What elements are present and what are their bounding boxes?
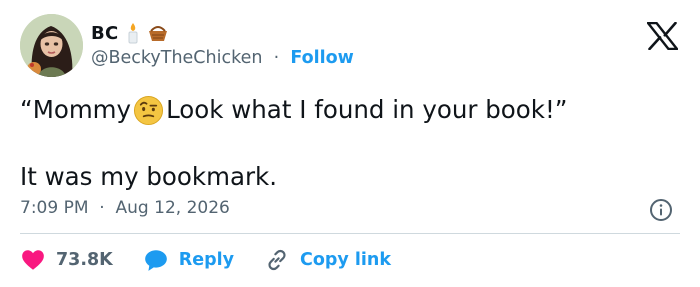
handle-separator: ·	[268, 48, 285, 68]
author-handle-row: @BeckyTheChicken · Follow	[91, 48, 354, 68]
x-logo-icon[interactable]	[647, 22, 678, 50]
basket-icon	[148, 26, 167, 41]
reply-label: Reply	[178, 250, 235, 270]
tweet-line-1: “Mommy Look what I found in your book!”	[20, 92, 670, 128]
tweet-date: Aug 12, 2026	[115, 198, 230, 218]
info-icon[interactable]	[649, 198, 673, 222]
tweet-second-paragraph: It was my bookmark.	[20, 162, 278, 191]
tweet-quote-rest: Look what I found in your book!”	[166, 95, 568, 124]
face-with-raised-eyebrow-icon	[134, 95, 164, 125]
divider	[20, 233, 680, 234]
author-display-name[interactable]: BC	[91, 23, 119, 44]
heart-icon	[22, 250, 44, 270]
tweet-quote-start: “Mommy	[20, 95, 132, 124]
author-name-row: BC	[91, 22, 169, 44]
like-count: 73.8K	[56, 250, 113, 270]
copy-link-button[interactable]: Copy link	[264, 247, 391, 273]
avatar-illustration	[20, 14, 83, 77]
author-handle[interactable]: @BeckyTheChicken	[91, 48, 262, 68]
action-bar: 73.8K Reply Copy link	[20, 244, 421, 276]
follow-button[interactable]: Follow	[290, 48, 353, 68]
copy-link-label: Copy link	[300, 250, 392, 270]
like-button[interactable]: 73.8K	[20, 247, 113, 273]
tweet-time: 7:09 PM	[20, 198, 89, 218]
tweet-timestamp[interactable]: 7:09 PM · Aug 12, 2026	[20, 198, 230, 218]
tweet-line-2: It was my bookmark.	[20, 159, 670, 195]
timestamp-separator: ·	[93, 198, 111, 218]
avatar[interactable]	[20, 14, 83, 77]
candle-icon	[128, 23, 138, 44]
tweet-text: “Mommy Look what I found in your book!” …	[20, 92, 670, 195]
reply-button[interactable]: Reply	[143, 247, 234, 273]
link-icon	[268, 249, 286, 271]
speech-bubble-icon	[144, 250, 167, 271]
